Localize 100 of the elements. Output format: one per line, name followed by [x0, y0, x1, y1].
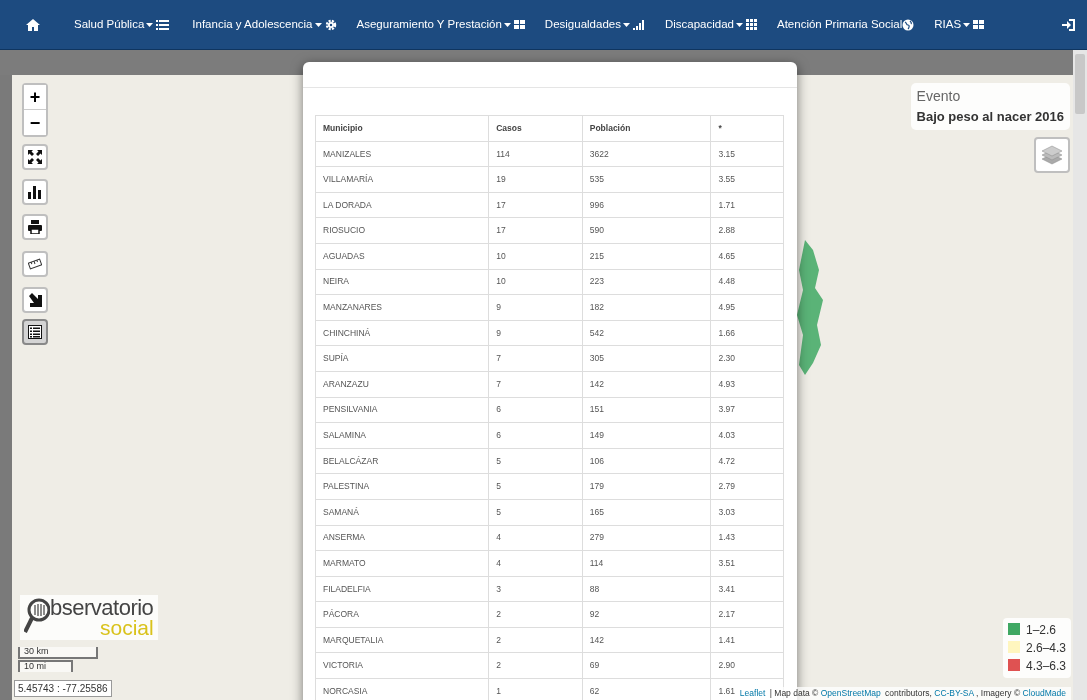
table-cell: MARMATO [315, 550, 489, 577]
table-cell: 2 [488, 627, 583, 653]
table-cell: 5 [488, 448, 583, 474]
table-cell: 2.30 [710, 345, 784, 372]
table-cell: MARQUETALIA [315, 627, 489, 653]
table-cell: 4 [488, 550, 583, 577]
table-cell: 151 [582, 397, 711, 423]
table-cell: 4.48 [710, 269, 784, 295]
table-cell: VICTORIA [315, 652, 489, 679]
table-cell: 4.93 [710, 371, 784, 398]
table-cell: 142 [582, 371, 711, 398]
table-cell: 17 [488, 192, 583, 218]
table-cell: 3.41 [710, 576, 784, 602]
attribution-text: | Map data © [768, 687, 820, 700]
table-cell: 535 [582, 166, 711, 193]
table-cell: 7 [488, 345, 583, 372]
table-cell: 10 [488, 243, 583, 270]
table-cell: 7 [488, 371, 583, 398]
table-cell: 542 [582, 320, 711, 346]
table-cell: 2 [488, 652, 583, 679]
column-header: Población [582, 115, 711, 142]
table-cell: 9 [488, 294, 583, 321]
logo-subtext: social [100, 619, 154, 638]
table-cell: 179 [582, 473, 711, 500]
table-cell: PALESTINA [315, 473, 489, 500]
coordinates-readout: 5.45743 : -77.25586 [14, 680, 112, 697]
legend-label: 2.6–4.3 [1025, 641, 1066, 655]
table-cell: 4.72 [710, 448, 784, 474]
table-cell: SUPÍA [315, 345, 489, 372]
table-cell: 10 [488, 269, 583, 295]
table-cell: BELALCÁZAR [315, 448, 489, 474]
table-cell: 996 [582, 192, 711, 218]
table-cell: ANSERMA [315, 525, 489, 551]
table-cell: 4 [488, 525, 583, 551]
table-cell: 3622 [582, 141, 711, 167]
table-cell: FILADELFIA [315, 576, 489, 602]
table-cell: 114 [488, 141, 583, 167]
table-cell: 279 [582, 525, 711, 551]
table-cell: 6 [488, 422, 583, 449]
table-cell: 88 [582, 576, 711, 602]
table-cell: 2.88 [710, 217, 784, 244]
table-cell: 4.03 [710, 422, 784, 449]
legend-label: 1–2.6 [1025, 623, 1056, 637]
table-cell: NEIRA [315, 269, 489, 295]
table-cell: 4.65 [710, 243, 784, 270]
table-cell: ARANZAZU [315, 371, 489, 398]
table-cell: VILLAMARÍA [315, 166, 489, 193]
table-cell: 5 [488, 499, 583, 525]
attribution-text: , Imagery © [976, 687, 1022, 700]
table-cell: 1.43 [710, 525, 784, 551]
table-cell: 92 [582, 601, 711, 628]
table-cell: RIOSUCIO [315, 217, 489, 244]
table-cell: 3.97 [710, 397, 784, 423]
table-cell: 142 [582, 627, 711, 653]
table-cell: SAMANÁ [315, 499, 489, 525]
table-cell: PENSILVANIA [315, 397, 489, 423]
table-cell: 305 [582, 345, 711, 372]
table-cell: 3.55 [710, 166, 784, 193]
table-cell: 2 [488, 601, 583, 628]
table-cell: MANIZALES [315, 141, 489, 167]
table-cell: CHINCHINÁ [315, 320, 489, 346]
table-cell: 4.95 [710, 294, 784, 321]
table-cell: 106 [582, 448, 711, 474]
legend-label: 4.3–6.3 [1025, 659, 1066, 673]
table-cell: 114 [582, 550, 711, 577]
table-cell: 9 [488, 320, 583, 346]
table-cell: NORCASIA [315, 678, 489, 700]
table-cell: 19 [488, 166, 583, 193]
scale-bar: 30 km [18, 647, 98, 659]
scale-bar: 10 mi [18, 660, 73, 672]
logo-text: bservatorio [50, 597, 154, 619]
table-cell: PÁCORA [315, 601, 489, 628]
attribution-text: contributors, [884, 687, 933, 700]
table-cell: 590 [582, 217, 711, 244]
column-header: Municipio [315, 115, 489, 142]
table-cell: 5 [488, 473, 583, 500]
table-cell: MANZANARES [315, 294, 489, 321]
event-name: Bajo peso al nacer 2016 [916, 108, 1064, 126]
table-cell: 165 [582, 499, 711, 525]
column-header: * [710, 115, 784, 142]
table-cell: 1.41 [710, 627, 784, 653]
table-cell: 3.03 [710, 499, 784, 525]
table-cell: 215 [582, 243, 711, 270]
event-label: Evento [916, 87, 962, 106]
table-cell: 149 [582, 422, 711, 449]
table-cell: 3.15 [710, 141, 784, 167]
table-cell: 3.51 [710, 550, 784, 577]
table-cell: 1.71 [710, 192, 784, 218]
table-cell: SALAMINA [315, 422, 489, 449]
table-cell: 3 [488, 576, 583, 602]
table-cell: 1.66 [710, 320, 784, 346]
table-cell: 2.17 [710, 601, 784, 628]
table-cell: AGUADAS [315, 243, 489, 270]
table-cell: 223 [582, 269, 711, 295]
table-cell: 17 [488, 217, 583, 244]
column-header: Casos [488, 115, 583, 142]
table-cell: 69 [582, 652, 711, 679]
table-cell: 2.90 [710, 652, 784, 679]
table-cell: 6 [488, 397, 583, 423]
table-cell: 182 [582, 294, 711, 321]
